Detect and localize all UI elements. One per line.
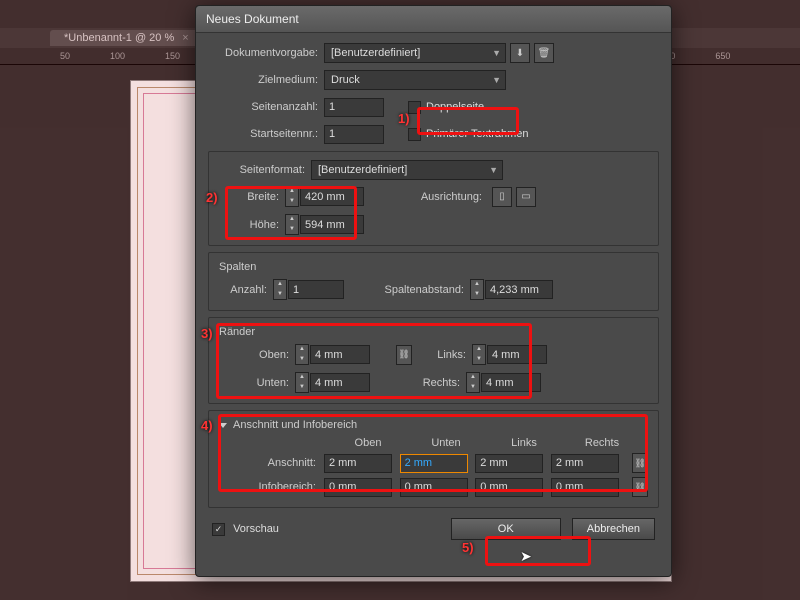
pages-input[interactable]: 1 — [324, 98, 384, 117]
save-preset-icon[interactable]: ⬇ — [510, 43, 530, 63]
chevron-down-icon: ▼ — [492, 75, 501, 85]
margin-bottom-stepper[interactable]: ▲▼ — [295, 372, 309, 393]
marker-3: 3) — [201, 326, 213, 341]
dialog-titlebar[interactable]: Neues Dokument — [196, 6, 671, 33]
margins-title: Ränder — [219, 326, 648, 338]
preview-checkbox[interactable]: ✓ — [212, 523, 225, 536]
bleed-top-input[interactable]: 2 mm — [324, 454, 392, 473]
slug-bottom-input[interactable]: 0 mm — [400, 478, 468, 497]
margin-top-stepper[interactable]: ▲▼ — [295, 344, 309, 365]
chevron-down-icon: ▼ — [492, 48, 501, 58]
link-slug-icon[interactable]: ⛓ — [632, 477, 648, 497]
gutter-label: Spaltenabstand: — [344, 284, 470, 296]
pages-label: Seitenanzahl: — [208, 101, 324, 113]
orientation-portrait-icon[interactable]: ▯ — [492, 187, 512, 207]
delete-preset-icon[interactable]: 🗑 — [534, 43, 554, 63]
preset-select[interactable]: [Benutzerdefiniert]▼ — [324, 43, 506, 63]
primary-textframe-checkbox[interactable] — [408, 128, 421, 141]
bleed-right-input[interactable]: 2 mm — [551, 454, 619, 473]
facing-pages-label: Doppelseite — [426, 101, 484, 113]
colcount-input[interactable]: 1 — [288, 280, 344, 299]
dialog-title: Neues Dokument — [206, 12, 299, 26]
columns-group: Spalten Anzahl: ▲▼ 1 Spaltenabstand: ▲▼ … — [208, 252, 659, 311]
ok-button[interactable]: OK — [451, 518, 561, 540]
bleed-column-headers: Oben Unten Links Rechts — [329, 437, 648, 449]
format-label: Seitenformat: — [219, 164, 311, 176]
bleed-bottom-input[interactable]: 2 mm — [400, 454, 468, 473]
startnr-label: Startseitennr.: — [208, 128, 324, 140]
margin-top-label: Oben: — [219, 349, 295, 361]
preview-option[interactable]: ✓ Vorschau — [212, 523, 279, 536]
orientation-label: Ausrichtung: — [364, 191, 488, 203]
slug-left-input[interactable]: 0 mm — [475, 478, 543, 497]
margin-left-input[interactable]: 4 mm — [487, 345, 547, 364]
width-label: Breite: — [219, 191, 285, 203]
height-stepper[interactable]: ▲▼ — [285, 214, 299, 235]
margins-group: Ränder Oben: ▲▼ 4 mm ⛓ Links: ▲▼ 4 mm Un… — [208, 317, 659, 404]
width-input[interactable]: 420 mm — [300, 187, 364, 206]
bleed-title: Anschnitt und Infobereich — [219, 419, 648, 431]
colcount-stepper[interactable]: ▲▼ — [273, 279, 287, 300]
link-margins-icon[interactable]: ⛓ — [396, 345, 412, 365]
margin-left-stepper[interactable]: ▲▼ — [472, 344, 486, 365]
disclosure-icon[interactable] — [219, 423, 227, 428]
format-select[interactable]: [Benutzerdefiniert]▼ — [311, 160, 503, 180]
margin-right-label: Rechts: — [406, 377, 466, 389]
link-bleed-icon[interactable]: ⛓ — [632, 453, 648, 473]
marker-1: 1) — [398, 111, 410, 126]
margin-left-label: Links: — [412, 349, 472, 361]
marker-2: 2) — [206, 190, 218, 205]
intent-select[interactable]: Druck▼ — [324, 70, 506, 90]
chevron-down-icon: ▼ — [489, 165, 498, 175]
startnr-input[interactable]: 1 — [324, 125, 384, 144]
gutter-input[interactable]: 4,233 mm — [485, 280, 553, 299]
orientation-landscape-icon[interactable]: ▭ — [516, 187, 536, 207]
preset-label: Dokumentvorgabe: — [208, 47, 324, 59]
bleed-label: Anschnitt: — [219, 457, 324, 469]
colcount-label: Anzahl: — [219, 284, 273, 296]
new-document-dialog: Neues Dokument Dokumentvorgabe: [Benutze… — [195, 5, 672, 577]
height-label: Höhe: — [219, 219, 285, 231]
slug-right-input[interactable]: 0 mm — [551, 478, 619, 497]
cursor-icon: ➤ — [520, 548, 532, 565]
width-stepper[interactable]: ▲▼ — [285, 186, 299, 207]
margin-bottom-input[interactable]: 4 mm — [310, 373, 370, 392]
intent-label: Zielmedium: — [208, 74, 324, 86]
columns-title: Spalten — [219, 261, 648, 273]
cancel-button[interactable]: Abbrechen — [572, 518, 655, 540]
primary-textframe-label: Primärer Textrahmen — [426, 128, 529, 140]
slug-label: Infobereich: — [219, 481, 324, 493]
margin-right-input[interactable]: 4 mm — [481, 373, 541, 392]
marker-5: 5) — [462, 540, 474, 555]
slug-top-input[interactable]: 0 mm — [324, 478, 392, 497]
page-format-group: Seitenformat: [Benutzerdefiniert]▼ Breit… — [208, 151, 659, 246]
bleed-slug-group: Anschnitt und Infobereich Oben Unten Lin… — [208, 410, 659, 508]
bleed-left-input[interactable]: 2 mm — [475, 454, 543, 473]
preview-label: Vorschau — [233, 523, 279, 535]
gutter-stepper[interactable]: ▲▼ — [470, 279, 484, 300]
marker-4: 4) — [201, 418, 213, 433]
height-input[interactable]: 594 mm — [300, 215, 364, 234]
margin-bottom-label: Unten: — [219, 377, 295, 389]
margin-right-stepper[interactable]: ▲▼ — [466, 372, 480, 393]
margin-top-input[interactable]: 4 mm — [310, 345, 370, 364]
